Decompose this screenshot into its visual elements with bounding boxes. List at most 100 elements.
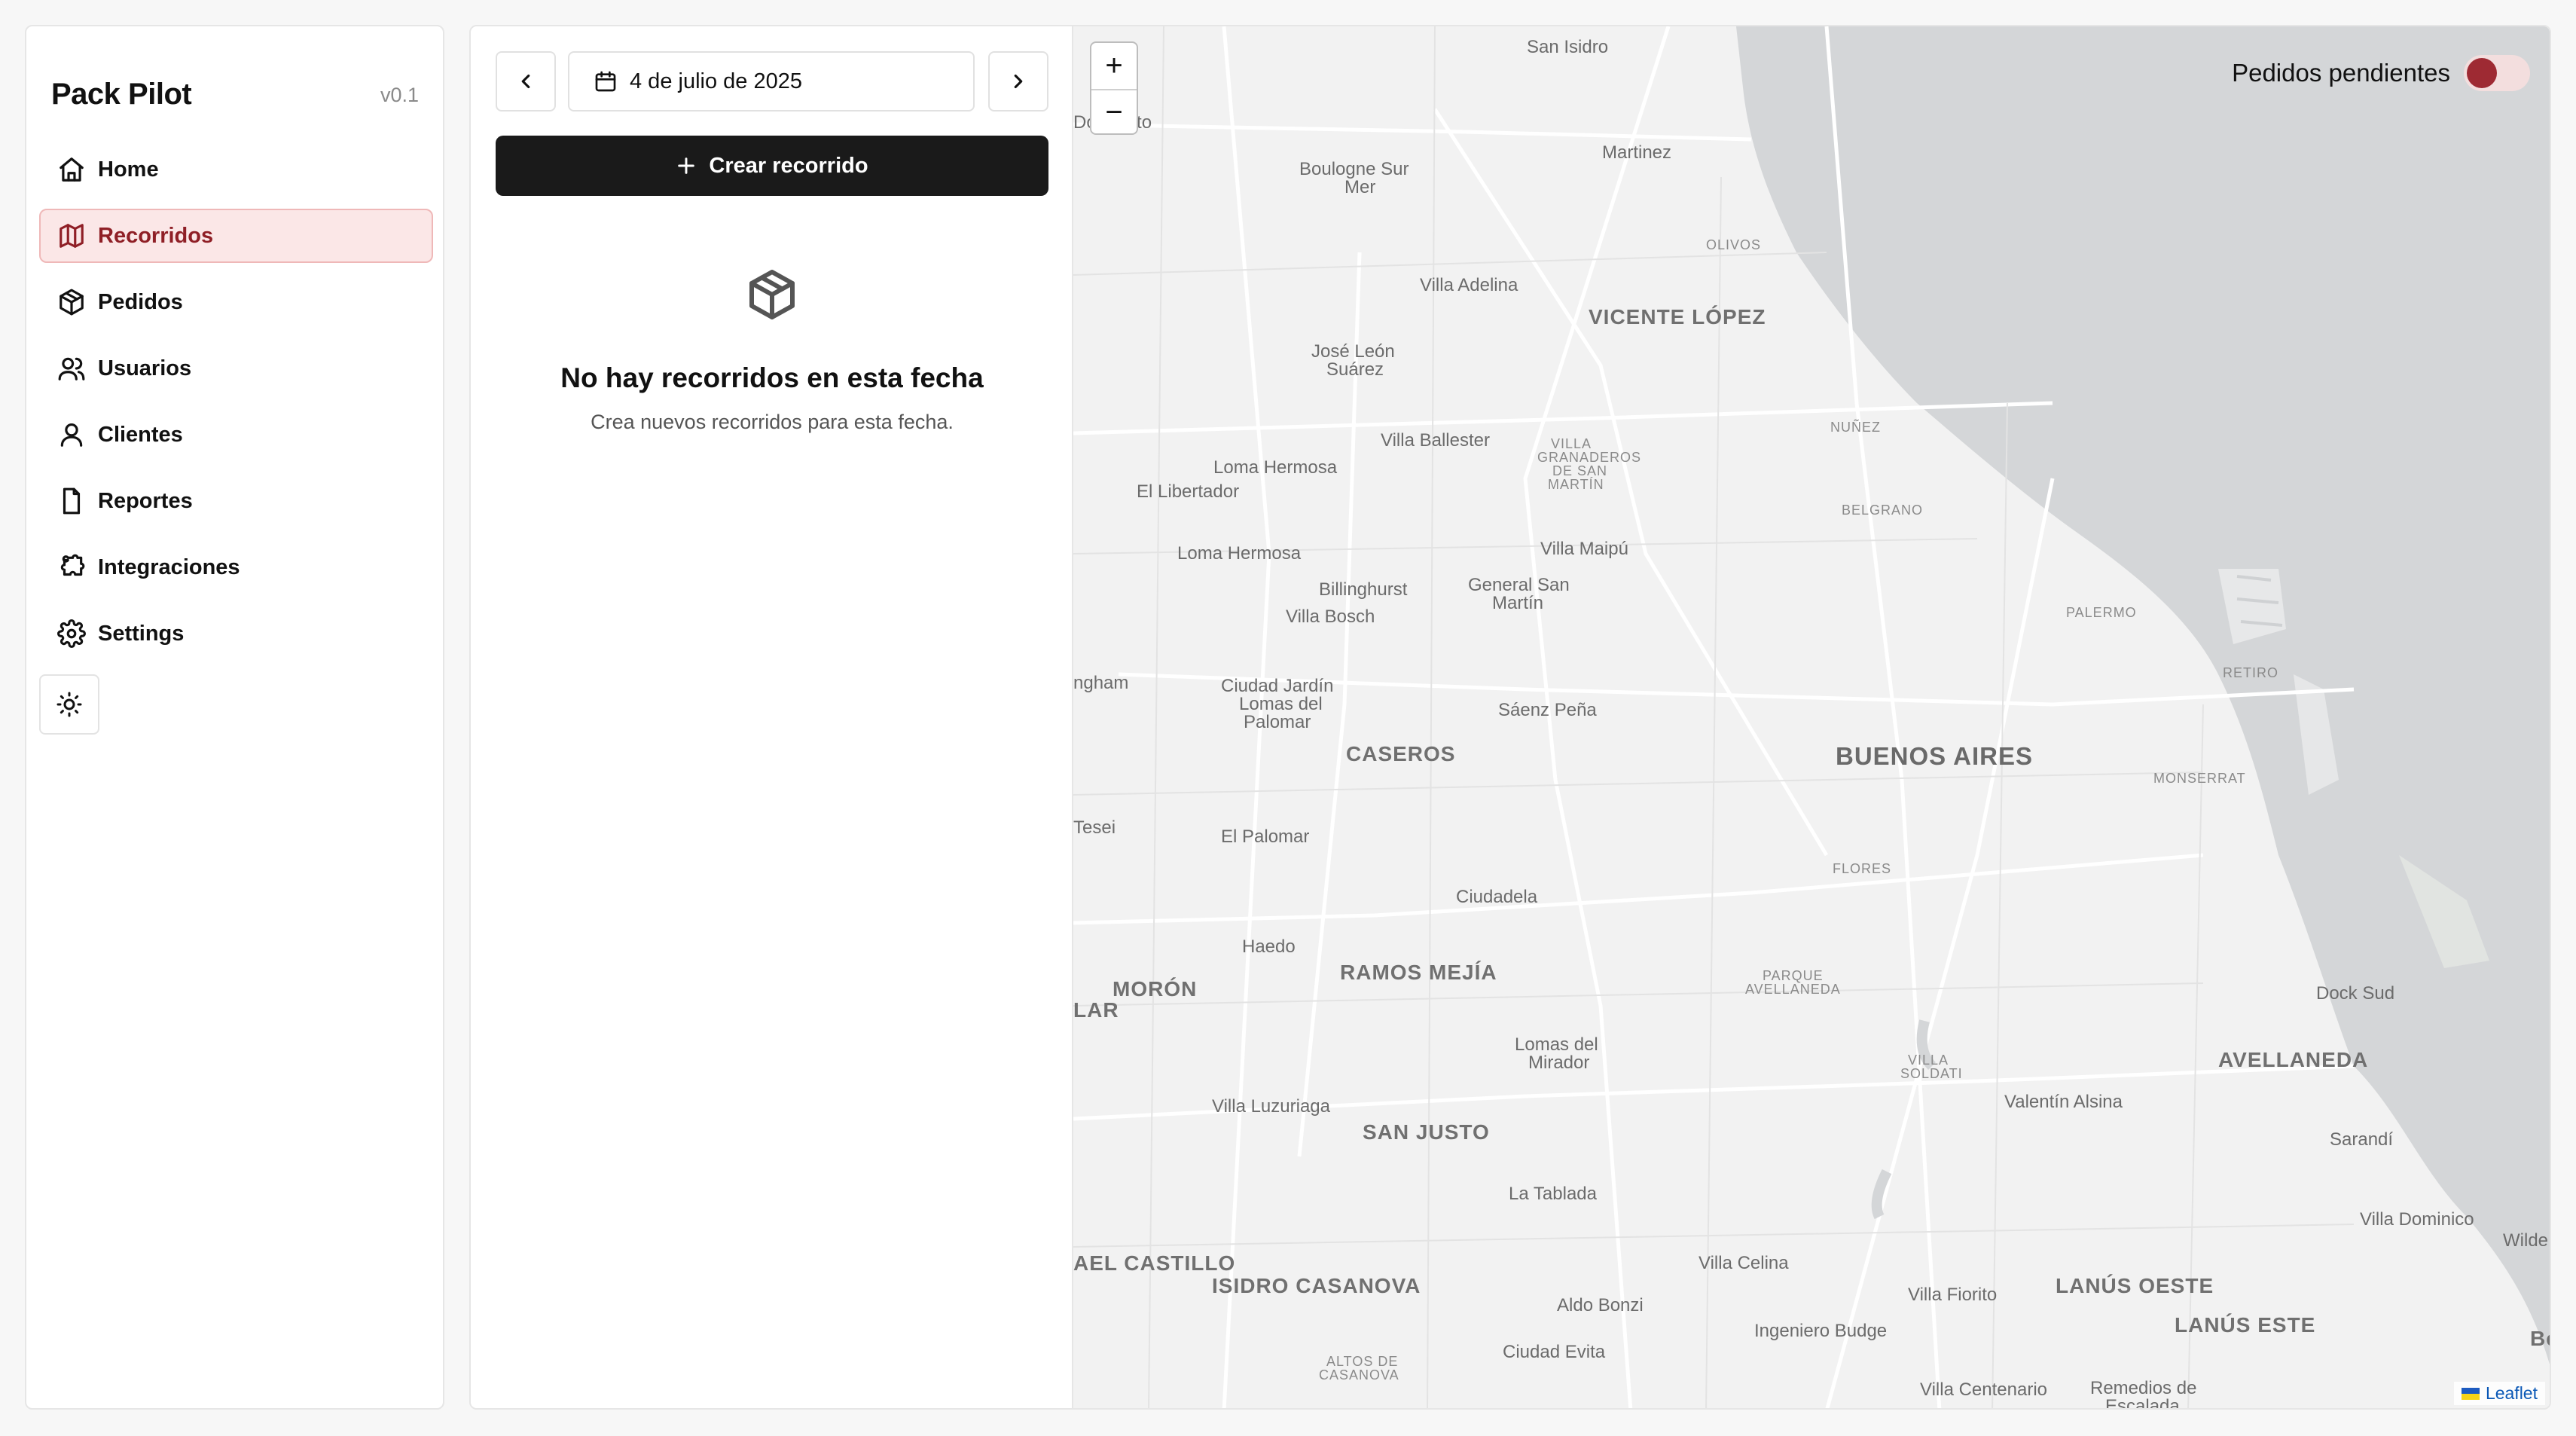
map-label: Wilde — [2503, 1230, 2549, 1251]
map-label: Villa Centenario — [1920, 1379, 2047, 1400]
map-label: PALERMO — [2066, 605, 2137, 620]
map-label: MARTÍN — [1548, 477, 1604, 492]
map-label: La Tablada — [1509, 1184, 1597, 1204]
map-label: RAMOS MEJÍA — [1340, 961, 1497, 984]
user-icon — [60, 423, 83, 447]
map-label: LANÚS OESTE — [2056, 1274, 2214, 1297]
sidebar-item-label: Home — [98, 157, 159, 182]
routes-panel: 4 de julio de 2025 Crear recorrido No ha… — [471, 26, 1073, 1408]
pending-orders-label: Pedidos pendientes — [2232, 59, 2450, 87]
create-route-label: Crear recorrido — [709, 153, 868, 178]
pending-orders-toggle[interactable] — [2464, 55, 2530, 91]
map-label: OLIVOS — [1706, 237, 1762, 252]
main-area: 4 de julio de 2025 Crear recorrido No ha… — [469, 25, 2551, 1410]
sidebar-item-home[interactable]: Home — [39, 142, 433, 197]
map-icon — [60, 224, 84, 248]
map-label: Ciudadela — [1456, 887, 1538, 907]
map-label: Billinghurst — [1319, 579, 1408, 600]
map-label: Villa Maipú — [1540, 539, 1628, 559]
map-label: Palomar — [1244, 712, 1311, 732]
empty-state-title: No hay recorridos en esta fecha — [560, 362, 984, 393]
sidebar-item-label: Reportes — [98, 488, 193, 513]
zoom-in-button[interactable]: + — [1091, 43, 1137, 89]
theme-toggle-button[interactable] — [39, 674, 99, 735]
empty-state-icon — [745, 267, 799, 322]
map-label: Villa Bosch — [1286, 606, 1375, 627]
map-label: Mer — [1344, 177, 1376, 197]
sidebar-item-recorridos[interactable]: Recorridos — [39, 209, 433, 263]
map-label: Mirador — [1528, 1053, 1590, 1073]
previous-date-button[interactable] — [496, 51, 556, 112]
home-icon — [60, 157, 84, 182]
map-label: RETIRO — [2223, 665, 2279, 680]
map-label: Sarandí — [2330, 1129, 2394, 1150]
sidebar-item-clientes[interactable]: Clientes — [39, 408, 433, 462]
map-label: SOLDATI — [1900, 1066, 1963, 1081]
package-icon — [60, 289, 84, 316]
map-attribution: Leaflet — [2453, 1382, 2545, 1405]
map-label: Suárez — [1326, 359, 1384, 380]
app-name: Pack Pilot — [51, 78, 192, 111]
sidebar-item-label: Recorridos — [98, 223, 214, 248]
date-picker[interactable]: 4 de julio de 2025 — [568, 51, 975, 112]
map-label: BUENOS AIRES — [1836, 742, 2033, 770]
map-label: Haedo — [1242, 936, 1296, 957]
sidebar-item-label: Pedidos — [98, 289, 183, 314]
package-icon — [749, 270, 795, 319]
map-label: SAN JUSTO — [1363, 1120, 1490, 1144]
gear-icon — [57, 619, 86, 648]
sidebar-item-label: Usuarios — [98, 356, 192, 380]
plus-icon — [678, 157, 695, 174]
map-label: VICENTE LÓPEZ — [1589, 305, 1766, 328]
map-label: LANÚS ESTE — [2175, 1313, 2316, 1337]
map-label: AVELLANEDA — [2218, 1048, 2369, 1071]
sidebar-item-usuarios[interactable]: Usuarios — [39, 341, 433, 396]
sidebar-item-settings[interactable]: Settings — [39, 606, 433, 661]
map-label: El Libertador — [1137, 481, 1240, 502]
map-label: Villa Celina — [1699, 1253, 1789, 1273]
file-icon — [63, 487, 81, 515]
map[interactable]: San Isidro Do rcuato Martinez Boulogne S… — [1073, 26, 2550, 1408]
sidebar: Pack Pilot v0.1 Home Recorridos Pedidos … — [25, 25, 444, 1410]
zoom-control: + − — [1090, 41, 1138, 135]
calendar-icon — [595, 71, 616, 92]
map-label: Villa Dominico — [2360, 1209, 2474, 1230]
users-icon — [58, 357, 85, 380]
ukraine-flag-icon — [2461, 1387, 2480, 1400]
create-route-button[interactable]: Crear recorrido — [496, 136, 1048, 196]
map-label: Villa Ballester — [1381, 430, 1490, 451]
leaflet-link[interactable]: Leaflet — [2486, 1383, 2538, 1404]
map-label: AVELLANEDA — [1745, 982, 1841, 997]
sidebar-item-label: Integraciones — [98, 555, 240, 579]
sidebar-item-integraciones[interactable]: Integraciones — [39, 540, 433, 594]
puzzle-icon — [60, 554, 85, 576]
map-label: AEL CASTILLO — [1073, 1251, 1236, 1275]
next-date-button[interactable] — [988, 51, 1048, 112]
map-label: Aldo Bonzi — [1557, 1295, 1644, 1315]
sun-icon — [56, 692, 82, 717]
map-label: Dock Sud — [2316, 983, 2395, 1004]
map-label: ISIDRO CASANOVA — [1212, 1274, 1421, 1297]
sidebar-item-reportes[interactable]: Reportes — [39, 474, 433, 528]
sidebar-nav: Home Recorridos Pedidos Usuarios Cliente… — [39, 142, 433, 673]
map-label: LAR — [1073, 998, 1119, 1022]
sidebar-item-label: Settings — [98, 621, 185, 646]
map-label: Villa Adelina — [1420, 275, 1518, 295]
pending-orders-control: Pedidos pendientes — [2232, 55, 2530, 91]
map-label: Loma Hermosa — [1213, 457, 1338, 478]
map-label: Ciudad Evita — [1503, 1342, 1606, 1362]
map-label: Martinez — [1602, 142, 1672, 163]
map-label: Be — [2530, 1327, 2550, 1350]
map-label: BELGRANO — [1842, 503, 1924, 518]
sidebar-item-pedidos[interactable]: Pedidos — [39, 275, 433, 329]
chevron-left-icon — [521, 74, 530, 89]
map-label: FLORES — [1833, 861, 1892, 876]
map-label: Villa Luzuriaga — [1212, 1096, 1330, 1117]
map-label: Sáenz Peña — [1498, 700, 1597, 720]
app-version: v0.1 — [380, 84, 419, 106]
zoom-out-button[interactable]: − — [1091, 89, 1137, 133]
map-label: CASEROS — [1346, 742, 1456, 765]
map-label: NUÑEZ — [1830, 420, 1881, 435]
selected-date: 4 de julio de 2025 — [630, 69, 802, 93]
map-label: ngham — [1073, 673, 1129, 693]
